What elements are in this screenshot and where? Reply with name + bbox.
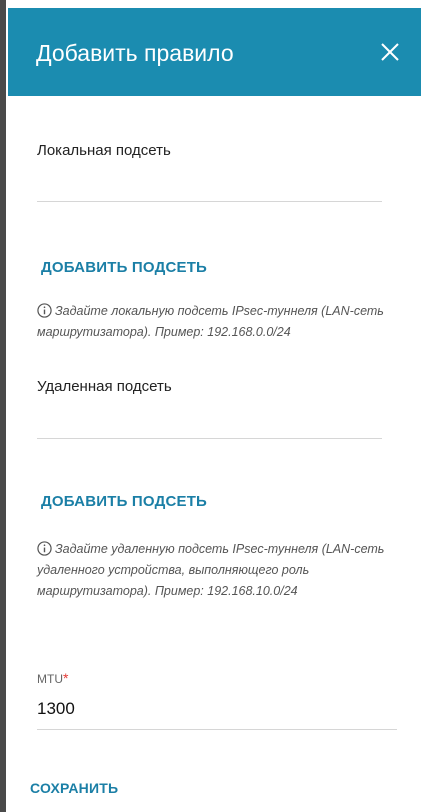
dialog-title: Добавить правило (36, 40, 234, 66)
mtu-label-text: MTU (37, 672, 63, 686)
add-rule-dialog: Добавить правило Локальная подсеть ДОБАВ… (0, 0, 421, 812)
mtu-input[interactable]: 1300 (37, 699, 75, 719)
remote-subnet-input[interactable] (37, 408, 382, 432)
info-icon (37, 303, 52, 318)
local-subnet-label: Локальная подсеть (37, 142, 171, 159)
close-icon (381, 43, 399, 61)
save-button[interactable]: СОХРАНИТЬ (30, 780, 118, 796)
add-local-subnet-button[interactable]: ДОБАВИТЬ ПОДСЕТЬ (41, 259, 207, 276)
close-button[interactable] (378, 40, 402, 64)
left-border (0, 0, 6, 812)
required-mark: * (63, 670, 69, 686)
local-subnet-hint-text: Задайте локальную подсеть IPsec-туннеля … (37, 304, 384, 339)
add-remote-subnet-button[interactable]: ДОБАВИТЬ ПОДСЕТЬ (41, 493, 207, 510)
remote-subnet-underline (37, 438, 382, 439)
remote-subnet-label: Удаленная подсеть (37, 378, 172, 395)
info-icon (37, 541, 52, 556)
remote-subnet-hint-text: Задайте удаленную подсеть IPsec-туннеля … (37, 542, 385, 598)
local-subnet-hint: Задайте локальную подсеть IPsec-туннеля … (37, 301, 407, 343)
remote-subnet-hint: Задайте удаленную подсеть IPsec-туннеля … (37, 539, 407, 602)
local-subnet-underline (37, 201, 382, 202)
local-subnet-input[interactable] (37, 172, 382, 196)
mtu-label: MTU* (37, 670, 68, 686)
dialog-header: Добавить правило (8, 8, 421, 96)
mtu-underline (37, 729, 397, 730)
dialog-content: Локальная подсеть ДОБАВИТЬ ПОДСЕТЬ Задай… (8, 96, 421, 812)
